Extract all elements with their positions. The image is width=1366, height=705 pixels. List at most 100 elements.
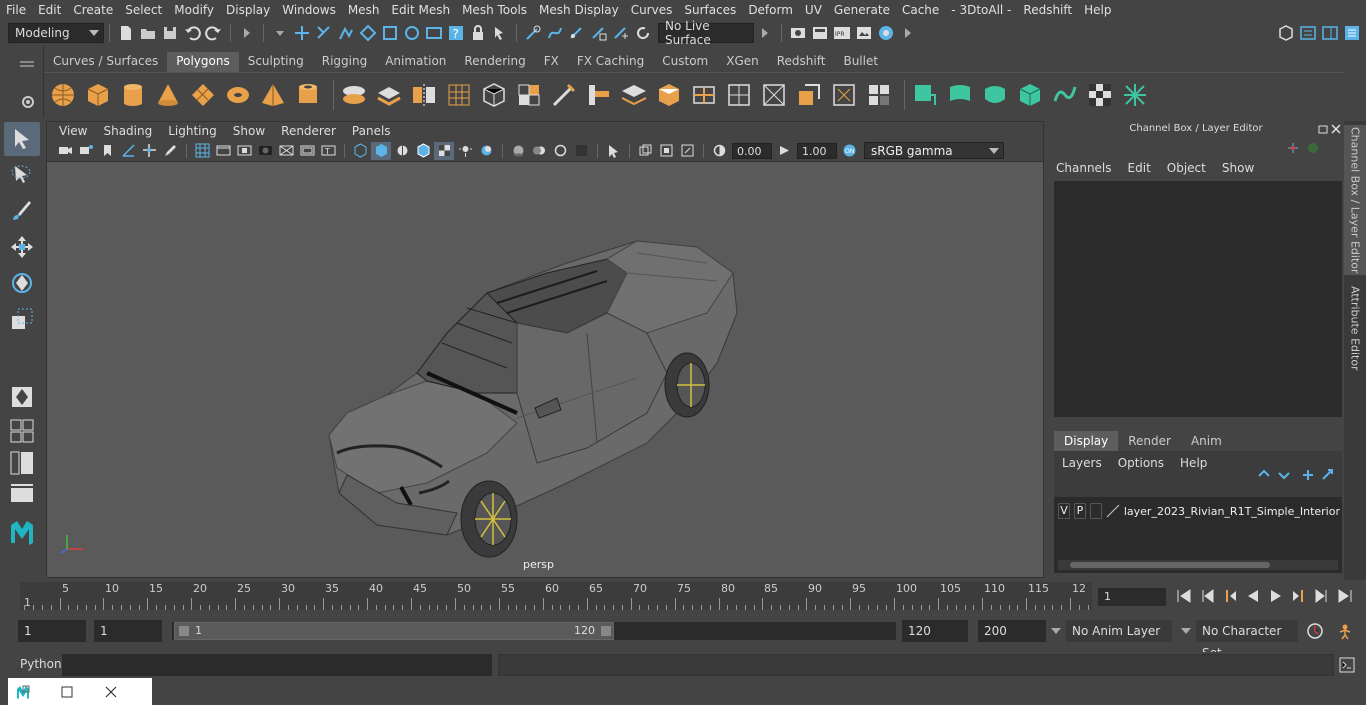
bevel-icon[interactable] (549, 80, 579, 110)
close-icon[interactable] (1331, 124, 1341, 134)
viewport-menu-view[interactable]: View (51, 124, 95, 138)
poly-sphere-icon[interactable] (48, 80, 78, 110)
2d-pan-icon[interactable] (139, 142, 159, 160)
persp-layout-button[interactable] (4, 480, 40, 510)
grease-pencil-icon[interactable] (160, 142, 180, 160)
close-icon[interactable] (96, 680, 126, 704)
rotate-tool[interactable] (4, 266, 40, 300)
range-end-handle[interactable] (601, 626, 611, 636)
scrollbar-thumb[interactable] (1070, 562, 1270, 568)
slide-edge-icon[interactable] (829, 80, 859, 110)
select-tool[interactable] (4, 122, 40, 156)
save-scene-icon[interactable] (160, 23, 180, 43)
step-forward-button[interactable] (1310, 586, 1333, 606)
menu-3dtoall[interactable]: - 3DtoAll - (945, 3, 1017, 17)
gamma-icon[interactable] (774, 142, 794, 160)
layer-scrollbar[interactable] (1058, 560, 1338, 570)
xray-icon[interactable] (635, 142, 655, 160)
image-plane-icon[interactable] (118, 142, 138, 160)
tab-channelbox-layer-editor[interactable]: Channel Box / Layer Editor (1344, 125, 1366, 275)
character-set-field[interactable]: No Character Set (1196, 620, 1298, 660)
expand-arrow-icon[interactable] (755, 23, 775, 43)
menu-mesh-display[interactable]: Mesh Display (533, 3, 625, 17)
isolate-select-icon[interactable] (603, 142, 623, 160)
poly-cone-icon[interactable] (153, 80, 183, 110)
select-lock-icon[interactable] (490, 23, 510, 43)
gamma-field[interactable]: 1.00 (797, 142, 837, 159)
play-backward-button[interactable] (1241, 586, 1264, 606)
motion-blur-icon[interactable] (529, 142, 549, 160)
resolution-gate-icon[interactable] (234, 142, 254, 160)
bookmark-icon[interactable] (97, 142, 117, 160)
insert-edge-icon[interactable] (794, 80, 824, 110)
rivian-truck-model[interactable] (47, 163, 1043, 577)
safe-action-icon[interactable] (297, 142, 317, 160)
poly-cube-icon[interactable] (83, 80, 113, 110)
menu-redshift[interactable]: Redshift (1017, 3, 1078, 17)
outliner-layout-button[interactable] (4, 448, 40, 478)
play-forward-button[interactable] (1264, 586, 1287, 606)
playback-start-field[interactable]: 1 (94, 620, 162, 642)
viewport-menu-shading[interactable]: Shading (95, 124, 160, 138)
anim-layer-field[interactable]: No Anim Layer (1066, 620, 1172, 642)
new-scene-icon[interactable] (116, 23, 136, 43)
layout-toggle-icon[interactable] (1298, 23, 1318, 43)
move-layer-up-icon[interactable] (1256, 468, 1272, 482)
selection-mask-dropdown-icon[interactable] (270, 23, 290, 43)
undo-icon[interactable] (182, 23, 202, 43)
step-back-button[interactable] (1195, 586, 1218, 606)
mode-dropdown[interactable]: Modeling (8, 23, 104, 43)
open-scene-icon[interactable] (138, 23, 158, 43)
menu-curves[interactable]: Curves (625, 3, 679, 17)
range-start-handle[interactable] (179, 626, 189, 636)
poly-torus-icon[interactable] (223, 80, 253, 110)
command-input[interactable] (62, 654, 492, 676)
menu-modify[interactable]: Modify (168, 3, 220, 17)
layer-playback-toggle[interactable]: P (1073, 503, 1086, 519)
poly-cylinder-icon[interactable] (118, 80, 148, 110)
expand-arrow-icon[interactable] (237, 23, 257, 43)
viewport-menu-panels[interactable]: Panels (344, 124, 399, 138)
snap-rotate-icon[interactable] (633, 23, 653, 43)
script-language-label[interactable]: Python (20, 657, 62, 671)
layer-row[interactable]: V P layer_2023_Rivian_R1T_Simple_Interio… (1058, 503, 1340, 519)
snap-point-icon[interactable] (567, 23, 587, 43)
new-layer-icon[interactable] (1300, 468, 1316, 482)
expand-arrow-icon[interactable] (898, 23, 918, 43)
layer-display-type-toggle[interactable] (1089, 503, 1102, 519)
snap-curve-icon[interactable] (545, 23, 565, 43)
tab-display[interactable]: Display (1054, 431, 1119, 451)
reduce-icon[interactable] (479, 80, 509, 110)
tab-render[interactable]: Render (1118, 431, 1181, 451)
menu-mesh[interactable]: Mesh (342, 3, 386, 17)
move-tool[interactable] (4, 230, 40, 264)
menu-deform[interactable]: Deform (742, 3, 799, 17)
scale-tool[interactable] (4, 302, 40, 336)
depth-of-field-icon[interactable] (571, 142, 591, 160)
lock-icon[interactable] (468, 23, 488, 43)
select-uv-icon[interactable] (402, 23, 422, 43)
tab-redshift[interactable]: Redshift (768, 52, 835, 72)
attribute-editor-toggle-icon[interactable] (1342, 23, 1362, 43)
menu-mesh-tools[interactable]: Mesh Tools (456, 3, 533, 17)
go-to-end-button[interactable] (1333, 586, 1356, 606)
film-gate-icon[interactable] (213, 142, 233, 160)
exposure-field[interactable]: 0.00 (732, 142, 772, 159)
uv-cylindrical-icon[interactable] (945, 80, 975, 110)
3d-scene[interactable]: persp (47, 163, 1043, 577)
layer-menu-help[interactable]: Help (1180, 456, 1207, 470)
xray-active-icon[interactable] (677, 142, 697, 160)
default-material-icon[interactable] (392, 142, 412, 160)
menu-windows[interactable]: Windows (276, 3, 342, 17)
animation-start-field[interactable]: 1 (18, 620, 86, 642)
fill-hole-icon[interactable] (654, 80, 684, 110)
layer-menu-options[interactable]: Options (1118, 456, 1164, 470)
channelbox-menu-channels[interactable]: Channels (1056, 161, 1112, 175)
textured-icon[interactable] (434, 141, 454, 160)
menu-uv[interactable]: UV (799, 3, 828, 17)
poly-pyramid-icon[interactable] (258, 80, 288, 110)
menu-edit-mesh[interactable]: Edit Mesh (385, 3, 456, 17)
append-icon[interactable] (619, 80, 649, 110)
render-settings-icon[interactable] (788, 23, 808, 43)
color-management-icon[interactable]: ON (839, 142, 859, 160)
